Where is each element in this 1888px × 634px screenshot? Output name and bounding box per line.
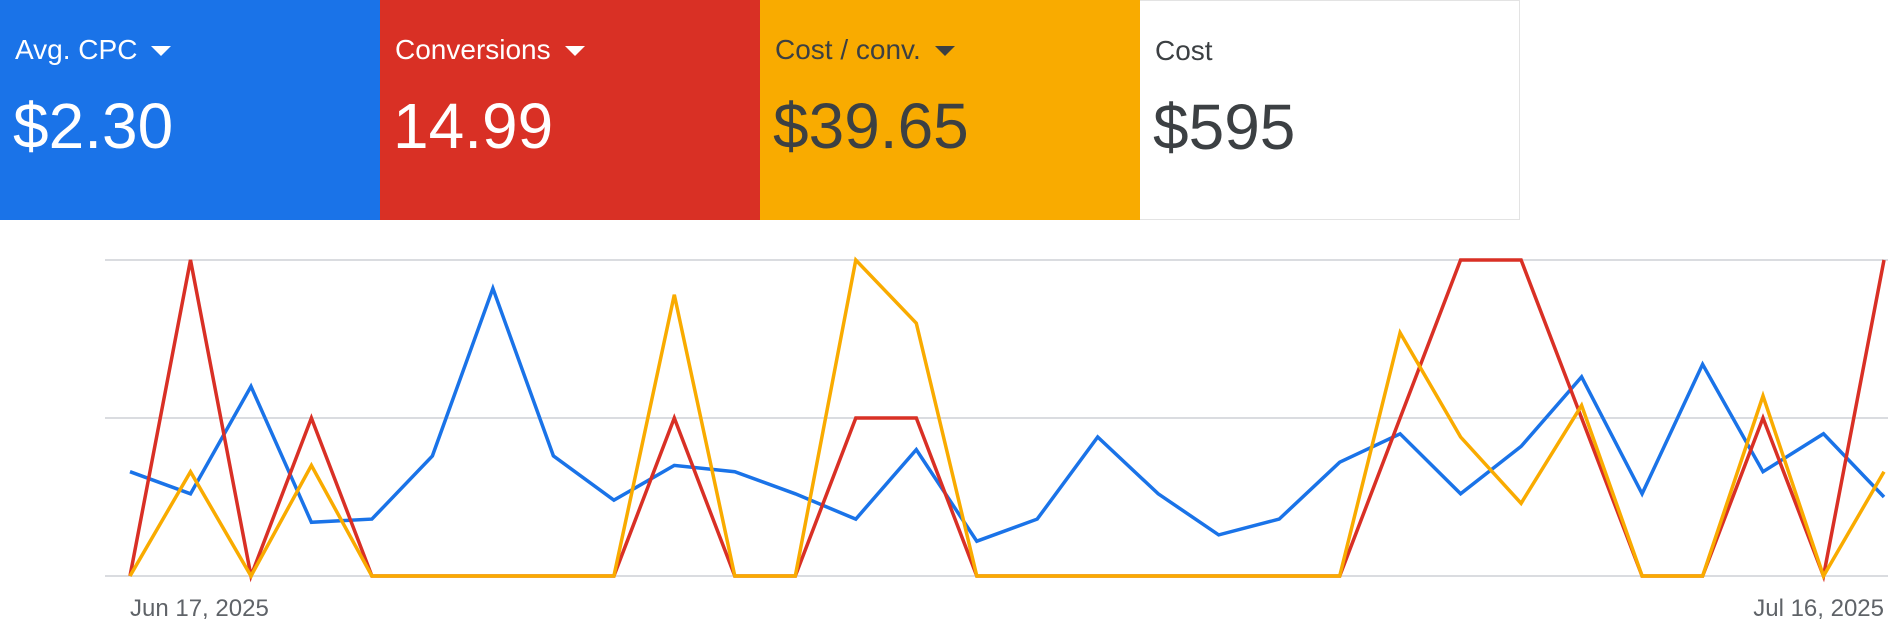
x-tick-label-start: Jun 17, 2025 [130,595,269,622]
scorecard-value: $595 [1153,91,1296,163]
series-line-avg-cpc [129,283,1886,544]
scorecard-label[interactable]: Avg. CPC [15,34,172,66]
chart-gridlines [105,259,1888,577]
x-axis: Jun 17, 2025 Jul 16, 2025 [130,595,1884,622]
scorecard-cost-conv[interactable]: Cost / conv. $39.65 [760,0,1140,220]
scorecard-label-text: Avg. CPC [15,34,138,65]
caret-down-icon[interactable] [934,46,955,56]
x-tick-label-end: Jul 16, 2025 [1753,595,1884,622]
scorecard-value: $2.30 [13,90,174,162]
scorecard-value: 14.99 [393,90,554,162]
scorecard-label-text: Conversions [395,34,551,65]
caret-down-icon[interactable] [564,46,585,56]
line-chart: Jun 17, 2025 Jul 16, 2025 [105,256,1888,622]
scorecard-avg-cpc[interactable]: Avg. CPC $2.30 [0,0,380,220]
caret-down-icon[interactable] [151,46,172,56]
scorecard-label[interactable]: Conversions [395,34,585,66]
scorecard-label-text: Cost [1155,35,1213,66]
scorecard-value: $39.65 [773,90,969,162]
scorecard-conversions[interactable]: Conversions 14.99 [380,0,760,220]
scorecard-label: Cost [1155,35,1213,67]
scorecard-label[interactable]: Cost / conv. [775,34,955,66]
scorecard-label-text: Cost / conv. [775,34,921,65]
scorecard-cost: Cost $595 [1140,0,1520,220]
scorecard-row: Avg. CPC $2.30 Conversions 14.99 Cost / conv… [0,0,1520,220]
